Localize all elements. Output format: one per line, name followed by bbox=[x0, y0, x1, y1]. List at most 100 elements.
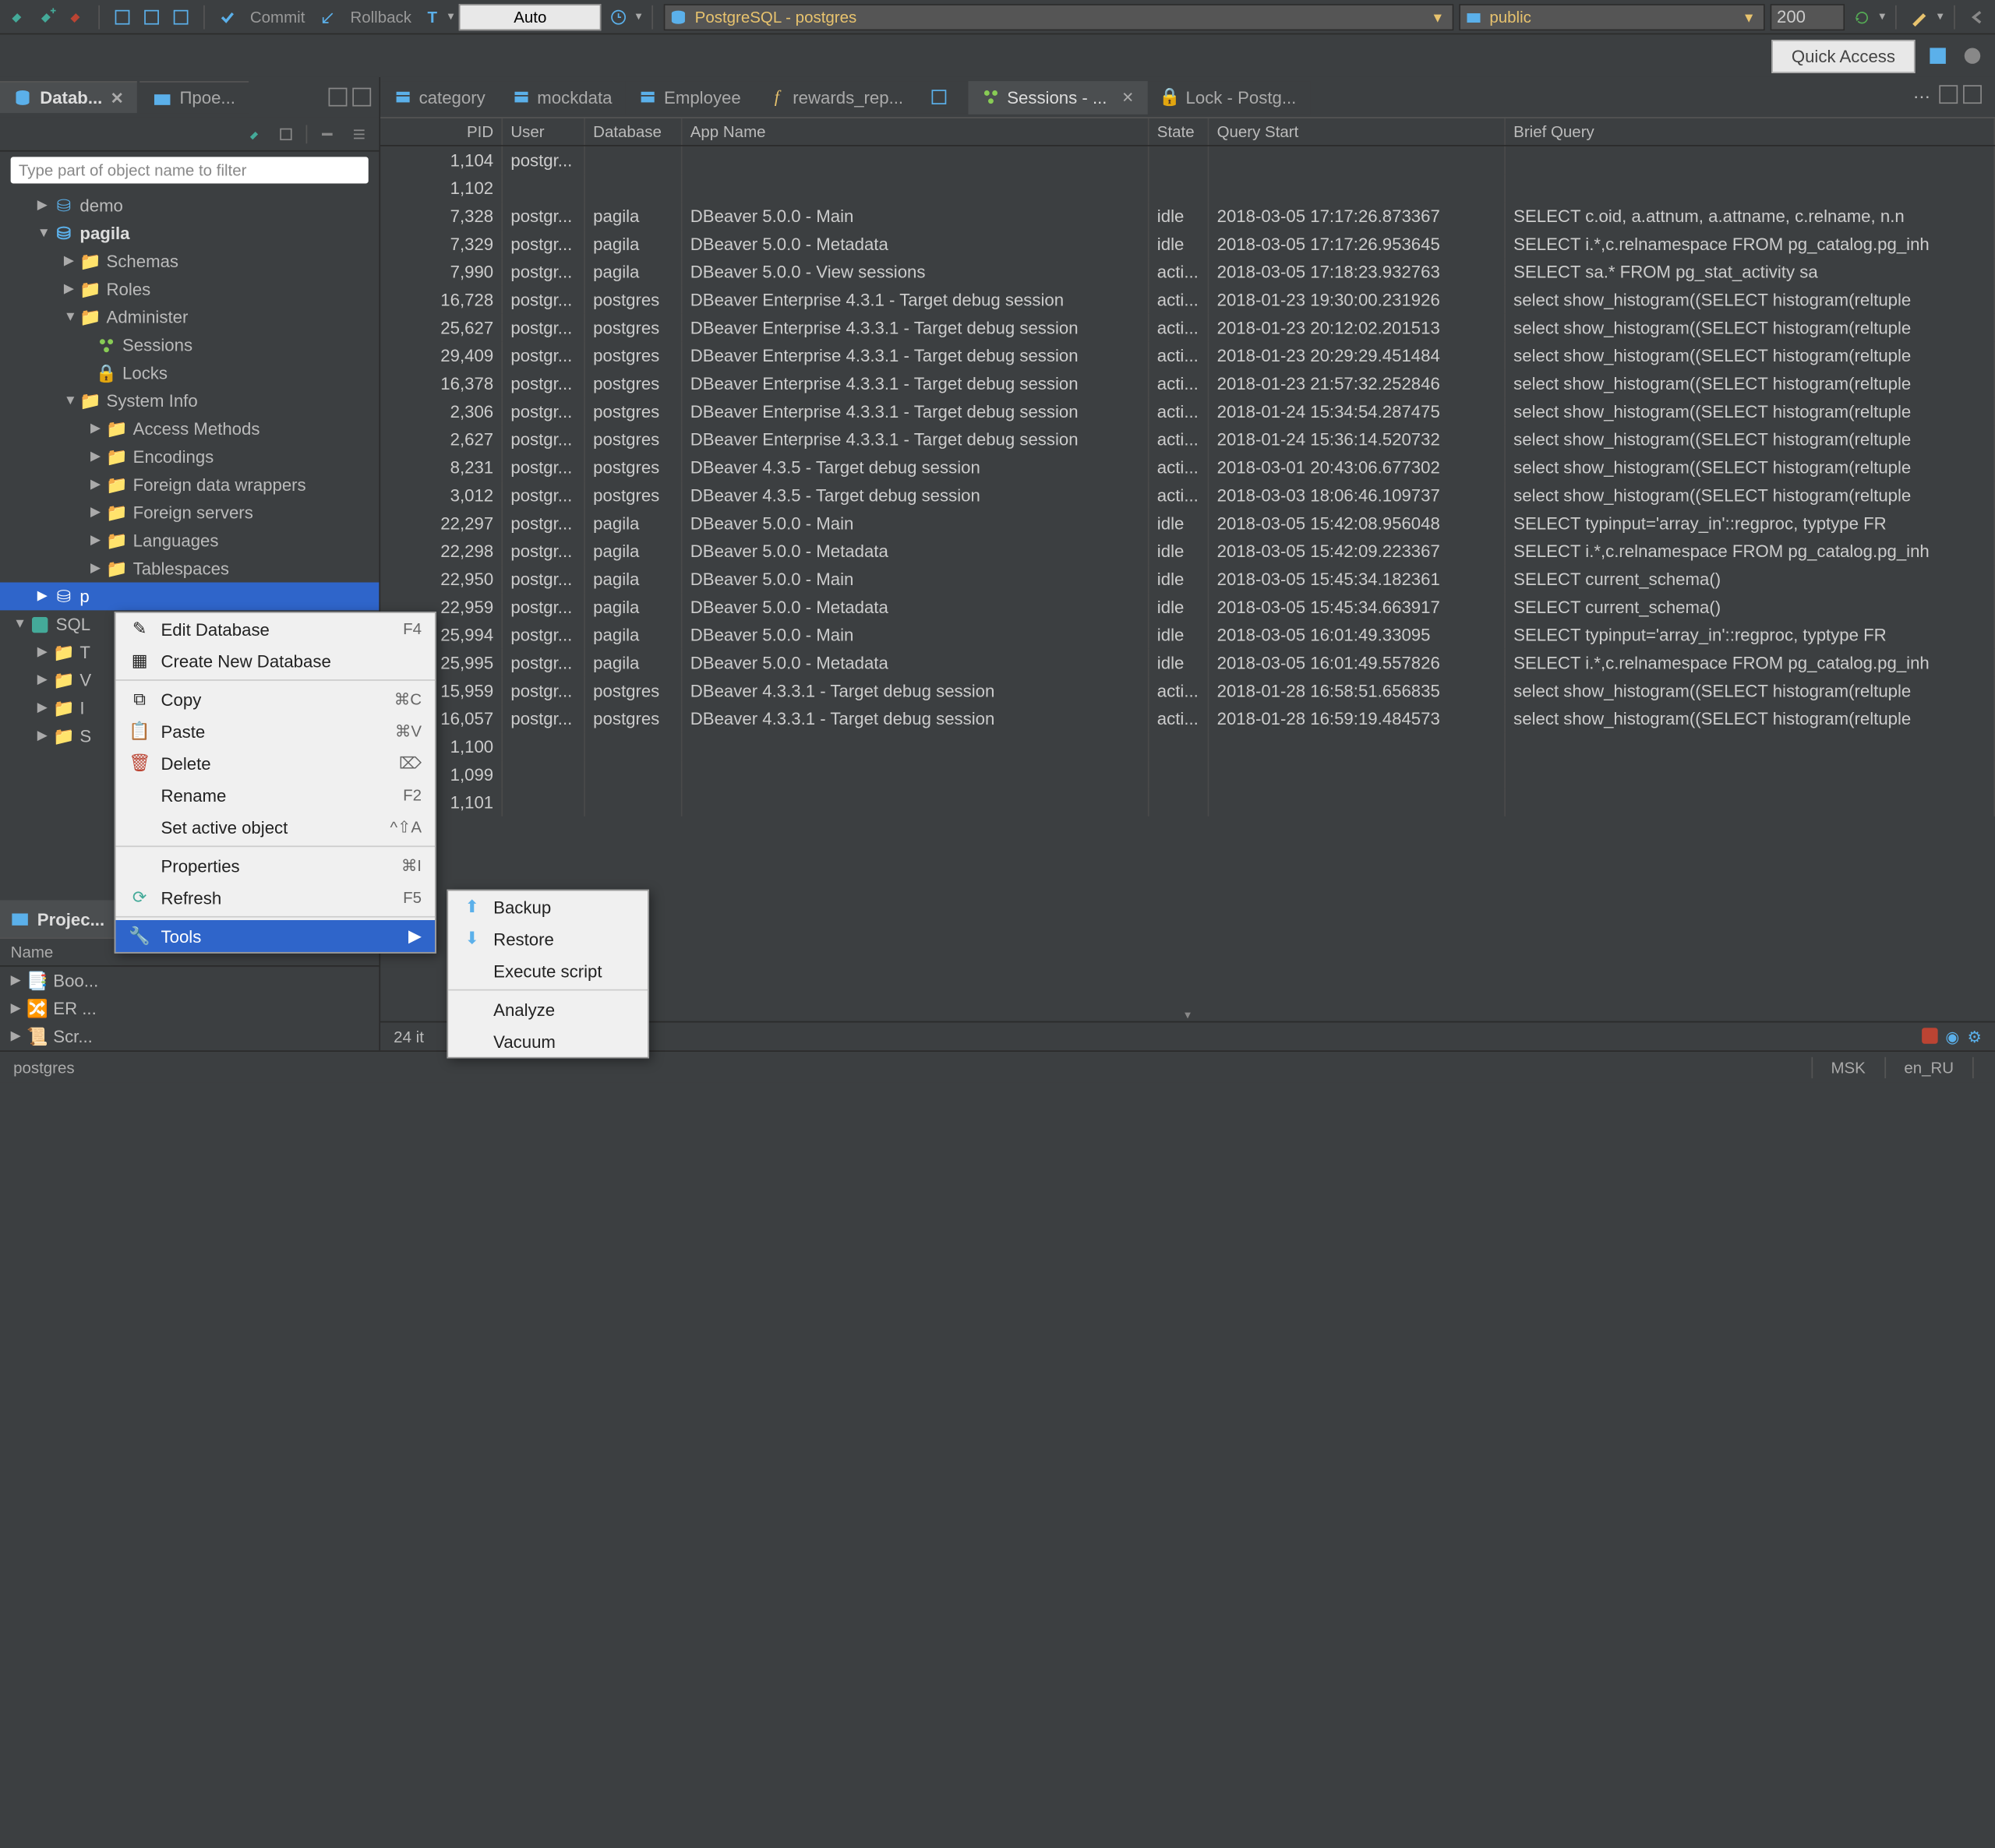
menu-paste[interactable]: 📋Paste⌘V bbox=[115, 715, 435, 747]
tree-item[interactable]: ▶📁Languages bbox=[0, 527, 379, 555]
table-row[interactable]: 2,627postgr...postgresDBeaver Enterprise… bbox=[380, 425, 1995, 453]
database-combo[interactable]: PostgreSQL - postgres ▾ bbox=[664, 3, 1453, 30]
tree-item[interactable]: ▶📁Foreign servers bbox=[0, 499, 379, 527]
tree-item[interactable]: ▶📁Tablespaces bbox=[0, 555, 379, 583]
configure-icon[interactable] bbox=[347, 122, 371, 146]
project-item[interactable]: ▶📜Scr... bbox=[0, 1022, 379, 1050]
close-icon[interactable]: ✕ bbox=[1121, 88, 1134, 105]
table-row[interactable]: 22,959postgr...pagilaDBeaver 5.0.0 - Met… bbox=[380, 593, 1995, 621]
table-row[interactable]: 22,298postgr...pagilaDBeaver 5.0.0 - Met… bbox=[380, 537, 1995, 565]
tree-item-selected[interactable]: ▶⛁p bbox=[0, 583, 379, 611]
schema-combo[interactable]: public ▾ bbox=[1459, 3, 1765, 30]
table-row[interactable]: 16,057postgr...postgresDBeaver 4.3.3.1 -… bbox=[380, 705, 1995, 733]
menu-tools[interactable]: 🔧Tools▶ bbox=[115, 920, 435, 952]
refresh-icon[interactable] bbox=[1850, 5, 1874, 29]
grid-body[interactable]: 1,104postgr...1,1027,328postgr...pagilaD… bbox=[380, 146, 1995, 1008]
history-icon[interactable] bbox=[606, 5, 630, 29]
table-row[interactable]: 16,728postgr...postgresDBeaver Enterpris… bbox=[380, 286, 1995, 314]
table-row[interactable]: 1,100 bbox=[380, 732, 1995, 760]
table-row[interactable]: 7,990postgr...pagilaDBeaver 5.0.0 - View… bbox=[380, 258, 1995, 286]
tree-item[interactable]: ▶📁Encodings bbox=[0, 443, 379, 471]
tree-item[interactable]: ▶📁Foreign data wrappers bbox=[0, 471, 379, 499]
collapse-icon[interactable] bbox=[315, 122, 339, 146]
auto-commit-button[interactable]: Auto bbox=[459, 3, 601, 30]
stop-icon[interactable] bbox=[1922, 1027, 1937, 1042]
perspective-other-icon[interactable] bbox=[1961, 44, 1985, 68]
editor-tab[interactable]: category bbox=[380, 80, 499, 114]
highlight-icon[interactable] bbox=[1908, 5, 1932, 29]
plug-add-icon[interactable] bbox=[34, 5, 58, 29]
menu-refresh[interactable]: ⟳RefreshF5 bbox=[115, 882, 435, 914]
table-row[interactable]: 25,994postgr...pagilaDBeaver 5.0.0 - Mai… bbox=[380, 621, 1995, 649]
back-icon[interactable] bbox=[1965, 5, 1990, 29]
column-header[interactable]: Brief Query bbox=[1506, 118, 1995, 145]
minimize-icon[interactable] bbox=[329, 88, 348, 107]
column-header[interactable]: Query Start bbox=[1209, 118, 1506, 145]
project-tree[interactable]: ▶📑Boo...▶🔀ER ...▶📜Scr... bbox=[0, 967, 379, 1051]
tree-item[interactable]: ▶📁Access Methods bbox=[0, 414, 379, 443]
commit-icon[interactable] bbox=[215, 5, 239, 29]
table-row[interactable]: 3,012postgr...postgresDBeaver 4.3.5 - Ta… bbox=[380, 481, 1995, 510]
editor-tab[interactable] bbox=[916, 81, 969, 113]
menu-properties[interactable]: Properties⌘I bbox=[115, 850, 435, 882]
menu-edit-database[interactable]: ✎Edit DatabaseF4 bbox=[115, 613, 435, 645]
rollback-label[interactable]: Rollback bbox=[345, 7, 417, 26]
minimize-icon[interactable] bbox=[1939, 85, 1958, 104]
menu-set-active[interactable]: Set active object^⇧A bbox=[115, 811, 435, 843]
globe-icon[interactable]: ◉ bbox=[1945, 1027, 1959, 1046]
plug-off-icon[interactable] bbox=[64, 5, 88, 29]
table-row[interactable]: 7,328postgr...pagilaDBeaver 5.0.0 - Main… bbox=[380, 202, 1995, 230]
column-header[interactable]: App Name bbox=[683, 118, 1149, 145]
menu-backup[interactable]: ⬆Backup bbox=[448, 890, 648, 922]
menu-execute-script[interactable]: Execute script bbox=[448, 954, 648, 986]
editor-tab[interactable]: mockdata bbox=[499, 80, 626, 114]
filter-input[interactable]: Type part of object name to filter bbox=[11, 157, 369, 183]
menu-rename[interactable]: RenameF2 bbox=[115, 779, 435, 811]
table-row[interactable]: 22,950postgr...pagilaDBeaver 5.0.0 - Mai… bbox=[380, 565, 1995, 593]
table-row[interactable]: 25,995postgr...pagilaDBeaver 5.0.0 - Met… bbox=[380, 649, 1995, 677]
table-row[interactable]: 8,231postgr...postgresDBeaver 4.3.5 - Ta… bbox=[380, 453, 1995, 481]
table-row[interactable]: 1,099 bbox=[380, 760, 1995, 788]
table-row[interactable]: 29,409postgr...postgresDBeaver Enterpris… bbox=[380, 342, 1995, 370]
menu-restore[interactable]: ⬇Restore bbox=[448, 922, 648, 954]
commit-label[interactable]: Commit bbox=[245, 7, 310, 26]
menu-analyze[interactable]: Analyze bbox=[448, 993, 648, 1025]
table-row[interactable]: 15,959postgr...postgresDBeaver 4.3.3.1 -… bbox=[380, 677, 1995, 705]
table-row[interactable]: 16,378postgr...postgresDBeaver Enterpris… bbox=[380, 369, 1995, 397]
project-item[interactable]: ▶📑Boo... bbox=[0, 967, 379, 995]
editor-tab[interactable]: Employee bbox=[626, 80, 754, 114]
editor-tab[interactable]: Sessions - ...✕ bbox=[969, 80, 1147, 114]
gear-icon[interactable]: ⚙ bbox=[1968, 1027, 1982, 1046]
maximize-icon[interactable] bbox=[352, 88, 371, 107]
menu-copy[interactable]: ⧉Copy⌘C bbox=[115, 683, 435, 715]
menu-create-database[interactable]: ▦Create New Database bbox=[115, 645, 435, 677]
plug-icon[interactable] bbox=[5, 5, 30, 29]
link-editor-icon[interactable] bbox=[274, 122, 298, 146]
editor-tab[interactable]: 🔒Lock - Postg... bbox=[1147, 80, 1309, 114]
new-connection-icon[interactable] bbox=[242, 122, 267, 146]
tab-database-navigator[interactable]: Datab... ✕ bbox=[0, 81, 137, 113]
editor-tab[interactable]: frewards_rep... bbox=[754, 80, 916, 114]
maximize-icon[interactable] bbox=[1963, 85, 1982, 104]
row-limit-input[interactable] bbox=[1770, 3, 1845, 30]
project-item[interactable]: ▶🔀ER ... bbox=[0, 995, 379, 1023]
txn-mode-icon[interactable]: T bbox=[422, 7, 443, 26]
perspective-dbeaver-icon[interactable] bbox=[1926, 44, 1950, 68]
scroll-down-icon[interactable]: ▾ bbox=[1185, 1008, 1191, 1021]
table-row[interactable]: 7,329postgr...pagilaDBeaver 5.0.0 - Meta… bbox=[380, 230, 1995, 258]
sql-open-icon[interactable] bbox=[139, 5, 164, 29]
menu-vacuum[interactable]: Vacuum bbox=[448, 1025, 648, 1057]
column-header[interactable]: State bbox=[1149, 118, 1209, 145]
table-row[interactable]: 25,627postgr...postgresDBeaver Enterpris… bbox=[380, 314, 1995, 342]
table-row[interactable]: 2,306postgr...postgresDBeaver Enterprise… bbox=[380, 397, 1995, 425]
menu-delete[interactable]: 🗑Delete⌦ bbox=[115, 747, 435, 779]
column-header[interactable]: PID bbox=[380, 118, 503, 145]
close-icon[interactable]: ✕ bbox=[111, 88, 124, 107]
rollback-icon[interactable] bbox=[316, 5, 340, 29]
table-row[interactable]: 1,102 bbox=[380, 175, 1995, 203]
tab-projects[interactable]: Прое... bbox=[139, 81, 249, 113]
sql-new-icon[interactable] bbox=[111, 5, 135, 29]
tab-list-icon[interactable]: ⋯ bbox=[1910, 85, 1934, 109]
table-row[interactable]: 1,101 bbox=[380, 788, 1995, 816]
column-header[interactable]: Database bbox=[585, 118, 683, 145]
